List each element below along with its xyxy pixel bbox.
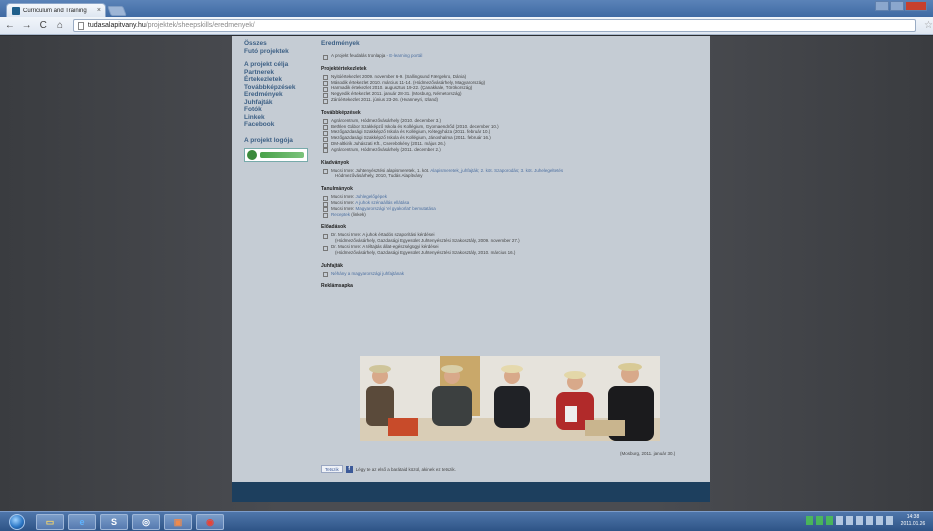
site-favicon-icon (12, 6, 20, 15)
sheep-logo-icon (247, 149, 257, 160)
sidebar-item-breeds[interactable]: Juhfajták (244, 99, 316, 107)
volume-icon[interactable] (886, 516, 893, 525)
section-heading: Kiadványok (321, 159, 350, 166)
clock-time: 14:38 (906, 514, 920, 520)
internet-explorer-icon[interactable]: e (68, 514, 96, 530)
file-explorer-icon[interactable]: ▭ (36, 514, 64, 530)
tray-icon[interactable] (856, 516, 863, 525)
sidebar-item-results[interactable]: Eredmények (244, 91, 316, 99)
like-button[interactable]: Tetszik (321, 465, 343, 473)
browser-tab[interactable]: Curriculum and Training × (6, 3, 106, 17)
main-content: Eredmények A projekt feudalás tronlapja … (321, 40, 701, 291)
section-heading: Tanulmányok (321, 186, 353, 193)
sidebar-item-partners[interactable]: Partnerek (244, 69, 316, 77)
tray-icon[interactable] (866, 516, 873, 525)
list-item[interactable]: A projekt feudalás tronlapja - E-learnin… (321, 53, 701, 60)
list-item[interactable]: Receptek (linkek) (321, 212, 701, 218)
tray-icon[interactable] (806, 516, 813, 525)
list-item-detail: (Hódmezővásárhely, Gazdasági Egyesület J… (335, 249, 516, 255)
facebook-like-widget: Tetszik f Légy te az első a barátaid köz… (321, 465, 456, 473)
sidebar-item-goal[interactable]: A projekt célja (244, 61, 316, 69)
tab-title: Curriculum and Training (23, 7, 87, 14)
sidebar-item-running-projects[interactable]: Futó projektek (244, 48, 316, 56)
window-controls (875, 1, 927, 11)
tab-close-icon[interactable]: × (97, 7, 101, 14)
back-button[interactable]: ← (3, 19, 17, 33)
sidebar-item-photos[interactable]: Fotók (244, 106, 316, 114)
browser-viewport: Összes Futó projektek A projekt célja Pa… (0, 36, 933, 511)
chrome-icon[interactable]: ◉ (196, 514, 224, 530)
new-tab-button[interactable] (107, 6, 127, 16)
browser-tab-bar: Curriculum and Training × (0, 0, 933, 17)
address-bar[interactable]: tudasalapitvany.hu /projektek/sheepskill… (72, 19, 917, 32)
reload-button[interactable]: C (36, 19, 50, 33)
page-title: Eredmények (321, 40, 360, 47)
browser-toolbar: ← → C ⌂ tudasalapitvany.hu /projektek/sh… (0, 17, 933, 35)
facebook-icon: f (345, 465, 353, 473)
tray-icon[interactable] (816, 516, 823, 525)
like-text: Légy te az első a barátaid közül, akinek… (355, 466, 456, 472)
section-heading: Projektértekezletek (321, 65, 367, 72)
tray-icon[interactable] (826, 516, 833, 525)
sidebar-nav: Összes Futó projektek A projekt célja Pa… (244, 40, 316, 162)
home-button[interactable]: ⌂ (53, 19, 67, 33)
page-footer (232, 482, 710, 502)
start-button[interactable] (9, 514, 25, 530)
list-item[interactable]: Záróértekezlet 2011. június 23-26. (Hvan… (321, 97, 701, 104)
list-item[interactable]: Agrárcentrum, Hódmezővásárhely (2011. de… (321, 147, 701, 154)
sidebar-item-facebook[interactable]: Facebook (244, 121, 316, 129)
system-tray (806, 516, 893, 525)
list-item-detail: Hódmezővásárhely, 2010, Tudás Alapítvány (335, 173, 423, 179)
tray-icon[interactable] (836, 516, 843, 525)
logo-heading: A projekt logója (244, 136, 293, 144)
sidebar-item-trainings[interactable]: Továbbképzések (244, 84, 316, 92)
section-heading: Előadások (321, 224, 347, 231)
bookmark-star-icon[interactable]: ☆ (924, 20, 933, 31)
web-page: Összes Futó projektek A projekt célja Pa… (232, 36, 710, 502)
taskbar-clock[interactable]: 14:38 2011.01.26 (897, 514, 929, 528)
url-domain: tudasalapitvany.hu (87, 22, 146, 29)
forward-button[interactable]: → (20, 19, 34, 33)
group-photo-image (360, 356, 660, 441)
skype-icon[interactable]: S (100, 514, 128, 530)
maximize-button[interactable] (890, 1, 904, 11)
url-path: /projektek/sheepskills/eredmenyek/ (145, 22, 255, 29)
section-heading: Reklámsapka (321, 283, 353, 290)
sidebar-item-all[interactable]: Összes (244, 40, 316, 48)
network-icon[interactable] (876, 516, 883, 525)
windows-taskbar: ▭ e S ◎ ▣ ◉ 14:38 2011.01.26 (0, 511, 933, 531)
section-heading: Juhfajták (321, 262, 343, 269)
close-window-button[interactable] (905, 1, 927, 11)
taskbar-pinned-apps: ▭ e S ◎ ▣ ◉ (36, 514, 224, 530)
paint-icon[interactable]: ▣ (164, 514, 192, 530)
project-logo[interactable] (244, 147, 308, 162)
logo-wordmark (260, 151, 304, 158)
group-photo[interactable] (360, 356, 660, 441)
media-player-icon[interactable]: ◎ (132, 514, 160, 530)
section-heading: Továbbképzések (321, 109, 361, 116)
photo-caption: (Mosburg, 2011. január 30.) (620, 451, 676, 456)
sidebar-item-meetings[interactable]: Értekezletek (244, 76, 316, 84)
page-icon (77, 21, 84, 30)
sidebar-item-links[interactable]: Linkek (244, 114, 316, 122)
clock-date: 2011.01.26 (900, 521, 926, 527)
minimize-button[interactable] (875, 1, 889, 11)
list-item[interactable]: Néhány a magyarországi juhfajtának (321, 271, 701, 277)
tray-icon[interactable] (846, 516, 853, 525)
